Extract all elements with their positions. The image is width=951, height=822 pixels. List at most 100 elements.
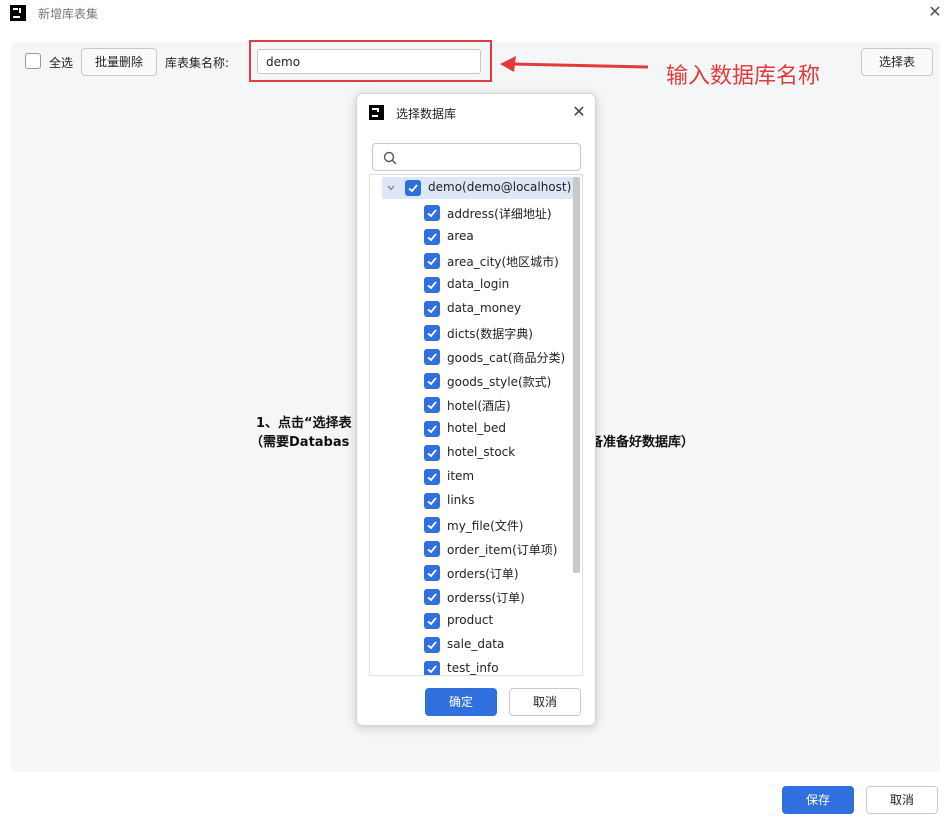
database-tree: demo(demo@localhost) address(详细地址) area ar… xyxy=(369,174,583,676)
tree-item-label: area_city(地区城市) xyxy=(447,255,559,269)
check-icon xyxy=(427,233,437,242)
tree-item-checkbox[interactable] xyxy=(424,493,440,509)
check-icon xyxy=(427,377,437,386)
search-icon xyxy=(383,151,397,165)
tree-item-checkbox[interactable] xyxy=(424,325,440,341)
cancel-button[interactable]: 取消 xyxy=(866,786,938,814)
tree-item[interactable]: orderss(订单) xyxy=(370,585,570,609)
save-button[interactable]: 保存 xyxy=(782,786,854,814)
window-close-icon[interactable]: ✕ xyxy=(925,2,945,22)
tree-root-label: demo(demo@localhost) xyxy=(428,180,572,194)
tree-item-label: links xyxy=(447,493,475,507)
tree-item[interactable]: goods_cat(商品分类) xyxy=(370,345,570,369)
tree-item[interactable]: dicts(数据字典) xyxy=(370,321,570,345)
search-box[interactable] xyxy=(372,143,581,171)
tree-item-label: sale_data xyxy=(447,637,505,651)
tree-item[interactable]: my_file(文件) xyxy=(370,513,570,537)
check-icon xyxy=(427,329,437,338)
check-icon xyxy=(427,449,437,458)
check-icon xyxy=(427,281,437,290)
check-icon xyxy=(427,665,437,674)
dialog-close-icon[interactable]: ✕ xyxy=(569,102,589,122)
tree-item-checkbox[interactable] xyxy=(424,637,440,653)
tree-item[interactable]: hotel(酒店) xyxy=(370,393,570,417)
tree-item[interactable]: address(详细地址) xyxy=(370,201,570,225)
tree-item-checkbox[interactable] xyxy=(424,349,440,365)
tree-item-checkbox[interactable] xyxy=(424,517,440,533)
check-icon xyxy=(427,401,437,410)
tree-item[interactable]: data_login xyxy=(370,273,570,297)
search-input[interactable] xyxy=(403,147,575,167)
tree-item-label: order_item(订单项) xyxy=(447,543,558,557)
tree-item-checkbox[interactable] xyxy=(424,277,440,293)
tree-item[interactable]: test_info xyxy=(370,657,570,675)
tree-item[interactable]: data_money xyxy=(370,297,570,321)
tree-item[interactable]: sale_data xyxy=(370,633,570,657)
tree-item-checkbox[interactable] xyxy=(424,445,440,461)
tree-item-checkbox[interactable] xyxy=(424,469,440,485)
tree-item-label: area xyxy=(447,229,474,243)
dialog-title: 选择数据库 xyxy=(396,107,457,121)
dialog-ok-button[interactable]: 确定 xyxy=(425,688,497,716)
tree-root-row[interactable]: demo(demo@localhost) xyxy=(382,177,574,199)
check-icon xyxy=(427,545,437,554)
check-icon xyxy=(427,473,437,482)
check-icon xyxy=(427,569,437,578)
check-icon xyxy=(427,425,437,434)
tree-scrollbar[interactable] xyxy=(573,177,580,573)
tree-item-label: data_login xyxy=(447,277,510,291)
tree-item-checkbox[interactable] xyxy=(424,589,440,605)
tree-item-label: goods_cat(商品分类) xyxy=(447,351,566,365)
tree-item[interactable]: orders(订单) xyxy=(370,561,570,585)
tree-item[interactable]: product xyxy=(370,609,570,633)
tree-item-checkbox[interactable] xyxy=(424,229,440,245)
hint-text-line2-end: 备准备好数据库） xyxy=(590,435,695,450)
tree-item-checkbox[interactable] xyxy=(424,421,440,437)
tree-item[interactable]: order_item(订单项) xyxy=(370,537,570,561)
chevron-down-icon[interactable] xyxy=(386,183,396,193)
check-icon xyxy=(427,617,437,626)
hint-text-line1: 1、点击“选择表 xyxy=(256,416,352,431)
check-icon xyxy=(408,184,418,193)
tree-item[interactable]: area_city(地区城市) xyxy=(370,249,570,273)
tree-item-checkbox[interactable] xyxy=(424,661,440,675)
tree-item-label: hotel_bed xyxy=(447,421,506,435)
tree-item-checkbox[interactable] xyxy=(424,301,440,317)
annotation-text: 输入数据库名称 xyxy=(666,64,821,89)
dialog-logo-icon xyxy=(369,105,384,120)
tree-item-label: my_file(文件) xyxy=(447,519,524,533)
batch-delete-button[interactable]: 批量删除 xyxy=(81,48,157,76)
check-icon xyxy=(427,641,437,650)
table-set-name-input[interactable] xyxy=(257,49,481,74)
tree-item[interactable]: hotel_bed xyxy=(370,417,570,441)
tree-item-checkbox[interactable] xyxy=(424,613,440,629)
check-icon xyxy=(427,497,437,506)
check-icon xyxy=(427,353,437,362)
tree-item-label: item xyxy=(447,469,475,483)
tree-item-label: test_info xyxy=(447,661,499,675)
check-icon xyxy=(427,305,437,314)
tree-item[interactable]: area xyxy=(370,225,570,249)
dialog-cancel-button[interactable]: 取消 xyxy=(509,688,581,716)
tree-item-label: orderss(订单) xyxy=(447,591,525,605)
tree-item[interactable]: hotel_stock xyxy=(370,441,570,465)
annotation-arrow-icon xyxy=(500,56,649,72)
title-bar: 新增库表集 ✕ xyxy=(0,0,951,28)
tree-root-checkbox[interactable] xyxy=(405,180,421,196)
tree-item-checkbox[interactable] xyxy=(424,373,440,389)
select-table-button[interactable]: 选择表 xyxy=(861,48,933,76)
tree-item-checkbox[interactable] xyxy=(424,541,440,557)
check-icon xyxy=(427,209,437,218)
tree-item-label: product xyxy=(447,613,494,627)
tree-item-checkbox[interactable] xyxy=(424,565,440,581)
check-icon xyxy=(427,521,437,530)
hint-text-line2-start: （需要Databas xyxy=(250,435,350,450)
tree-item-checkbox[interactable] xyxy=(424,205,440,221)
tree-item[interactable]: goods_style(款式) xyxy=(370,369,570,393)
tree-item-checkbox[interactable] xyxy=(424,397,440,413)
tree-item-checkbox[interactable] xyxy=(424,253,440,269)
tree-item[interactable]: links xyxy=(370,489,570,513)
select-all-checkbox[interactable] xyxy=(25,53,41,69)
table-set-name-label: 库表集名称: xyxy=(165,56,230,70)
tree-item[interactable]: item xyxy=(370,465,570,489)
